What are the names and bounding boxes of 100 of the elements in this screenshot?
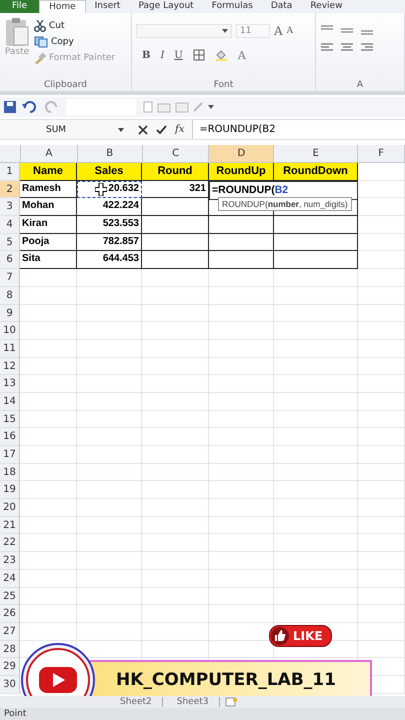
italic-button[interactable]: I — [160, 50, 164, 60]
row-header[interactable]: 23 — [0, 552, 20, 570]
row-header[interactable]: 1 — [0, 163, 20, 181]
row-header[interactable]: 27 — [0, 622, 20, 641]
new-sheet-icon — [224, 697, 238, 707]
row-header[interactable]: 25 — [0, 588, 20, 606]
ribbon-tab[interactable]: Page Layout — [129, 0, 203, 13]
table-cell: Kiran — [20, 216, 77, 234]
row-header[interactable]: 13 — [0, 375, 20, 393]
row-header[interactable]: 24 — [0, 570, 20, 588]
group-label: A — [356, 80, 364, 91]
column-header[interactable]: A — [20, 145, 78, 162]
save-icon — [4, 101, 16, 113]
undo-icon — [22, 101, 38, 113]
bold-button[interactable]: B — [142, 50, 150, 60]
copy-icon — [34, 36, 48, 48]
clipboard-button[interactable]: Copy — [34, 36, 116, 48]
row-header[interactable]: 22 — [0, 534, 20, 552]
column-header[interactable]: D — [209, 145, 274, 162]
font-name-field[interactable] — [136, 24, 232, 38]
row-header[interactable]: 21 — [0, 516, 20, 534]
scissors-icon — [34, 20, 46, 32]
align-icon — [340, 43, 354, 53]
header-cell: RoundUp — [209, 163, 274, 181]
table-cell — [142, 198, 209, 216]
ribbon-tab[interactable]: Review — [301, 0, 352, 13]
sheet-tab[interactable]: Sheet2 — [110, 697, 163, 707]
dropdown-icon — [222, 29, 228, 33]
sheet-tab[interactable]: Sheet3 — [166, 697, 220, 707]
row-header[interactable]: 2 — [0, 180, 20, 198]
fill-bucket-icon — [214, 49, 228, 61]
row-header[interactable]: 26 — [0, 605, 20, 623]
table-cell — [142, 234, 209, 252]
table-cell: 422.224 — [77, 198, 142, 216]
brush-icon — [34, 52, 46, 64]
row-header[interactable]: 8 — [0, 286, 20, 304]
clipboard-button[interactable]: Cut — [34, 20, 116, 32]
cancel-icon — [138, 124, 148, 134]
table-cell — [142, 251, 209, 270]
shrink-font-button[interactable]: A — [286, 26, 294, 36]
row-header[interactable]: 12 — [0, 358, 20, 376]
row-header[interactable]: 16 — [0, 428, 20, 446]
row-header[interactable]: 17 — [0, 446, 20, 464]
row-header[interactable]: 18 — [0, 464, 20, 482]
row-header[interactable]: 30 — [0, 676, 20, 694]
header-cell: Name — [20, 163, 77, 181]
column-header[interactable]: B — [78, 145, 143, 162]
status-text: Point — [4, 709, 26, 719]
borders-icon — [192, 49, 205, 61]
row-header[interactable]: 20 — [0, 499, 20, 517]
row-header[interactable]: 10 — [0, 322, 20, 340]
table-cell: 523.553 — [77, 216, 142, 234]
table-cell: Sita — [20, 251, 77, 270]
ribbon-tab[interactable]: Home — [39, 0, 86, 13]
grow-font-button[interactable]: A — [274, 24, 283, 38]
row-header[interactable]: 15 — [0, 410, 20, 428]
group-label: Font — [214, 80, 234, 91]
ribbon-tab[interactable]: File — [0, 0, 40, 13]
table-cell: Ramesh — [20, 180, 77, 198]
cursor-icon — [95, 183, 108, 196]
row-header[interactable]: 9 — [0, 304, 20, 322]
header-cell: RoundDown — [274, 163, 358, 181]
thumbs-up-icon — [271, 627, 289, 645]
table-cell: 782.857 — [77, 234, 142, 252]
table-cell: 644.453 — [77, 251, 142, 270]
column-header[interactable]: F — [358, 145, 405, 162]
ribbon-tab[interactable]: Insert — [86, 0, 130, 13]
row-header[interactable]: 3 — [0, 198, 20, 216]
header-cell: Round — [142, 163, 209, 181]
row-header[interactable]: 6 — [0, 251, 20, 270]
name-box[interactable]: SUM — [0, 124, 130, 134]
row-header[interactable]: 29 — [0, 658, 20, 676]
ribbon-tab[interactable]: Formulas — [202, 0, 262, 13]
table-cell: Mohan — [20, 198, 77, 216]
row-header[interactable]: 28 — [0, 640, 20, 658]
formula-field[interactable]: =ROUNDUP(B2 — [192, 120, 405, 139]
row-header[interactable]: 7 — [0, 269, 20, 287]
table-cell: Pooja — [20, 234, 77, 252]
align-icon — [320, 43, 334, 53]
toolbar-icons-drawing — [142, 101, 214, 113]
font-color-button[interactable]: A — [238, 48, 246, 62]
table-cell — [209, 216, 274, 234]
table-cell — [209, 234, 274, 252]
row-header[interactable]: 4 — [0, 216, 20, 234]
row-header[interactable]: 19 — [0, 481, 20, 500]
row-header[interactable]: 11 — [0, 340, 20, 358]
ribbon-tab[interactable]: Data — [262, 0, 302, 13]
like-button[interactable]: LIKE — [269, 625, 332, 647]
header-cell: Sales — [77, 163, 142, 181]
underline-button[interactable]: U — [174, 50, 183, 60]
row-header[interactable]: 5 — [0, 234, 20, 252]
check-icon — [156, 124, 167, 134]
table-cell — [209, 251, 274, 270]
clipboard-icon — [4, 17, 30, 47]
row-header[interactable]: 14 — [0, 392, 20, 411]
table-cell: 20.632 — [77, 180, 142, 198]
dropdown-icon — [118, 128, 124, 132]
table-cell — [142, 216, 209, 234]
column-header[interactable]: E — [274, 145, 358, 162]
insert-function-button[interactable]: fx — [175, 124, 184, 135]
